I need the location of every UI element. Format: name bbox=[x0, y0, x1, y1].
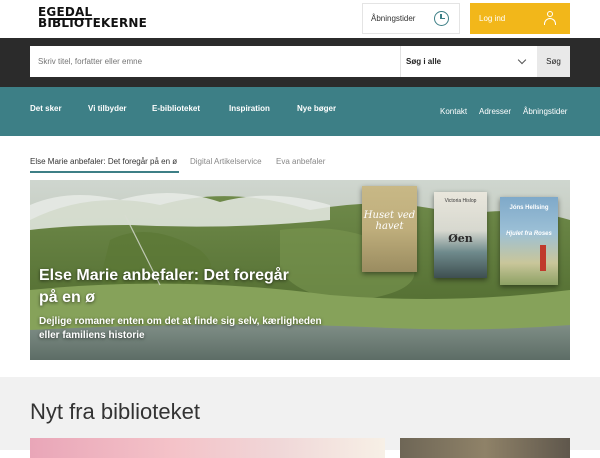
search-scope-value: Søg i alle bbox=[406, 57, 442, 66]
active-tab-indicator bbox=[30, 171, 179, 173]
nav-item-e-biblioteket[interactable]: E-biblioteket bbox=[152, 104, 200, 113]
user-icon bbox=[543, 11, 557, 25]
news-card-image[interactable] bbox=[30, 438, 385, 458]
hero-title: Else Marie anbefaler: Det foregår på en … bbox=[39, 267, 289, 306]
news-section: Nyt fra biblioteket bbox=[0, 377, 600, 458]
book-author: Victoria Hislop bbox=[444, 198, 477, 204]
nav-item-nye-boger[interactable]: Nye bøger bbox=[297, 104, 336, 113]
search-scope-select[interactable]: Søg i alle bbox=[400, 46, 537, 77]
tab-eva-anbefaler[interactable]: Eva anbefaler bbox=[276, 157, 325, 166]
book-cover-hjulet[interactable]: Jóns Hellsing Hjulet fra Roses bbox=[500, 197, 558, 285]
chevron-down-icon bbox=[517, 55, 527, 65]
egedal-logo[interactable]: EGEDAL BIBLIOTEKERNE bbox=[38, 6, 147, 29]
book-title: Hjulet fra Roses bbox=[506, 231, 552, 237]
nav-item-inspiration[interactable]: Inspiration bbox=[229, 104, 270, 113]
search-bar: Søg i alle Søg bbox=[0, 38, 600, 87]
carousel-tabs: Else Marie anbefaler: Det foregår på en … bbox=[0, 152, 600, 176]
book-title: Øen bbox=[448, 232, 473, 245]
search-button[interactable]: Søg bbox=[537, 46, 570, 77]
tab-digital-artikelservice[interactable]: Digital Artikelservice bbox=[190, 157, 262, 166]
site-header: EGEDAL BIBLIOTEKERNE Åbningstider Log in… bbox=[0, 0, 600, 38]
book-cover-huset-ved-havet[interactable]: Huset ved havet bbox=[362, 186, 417, 272]
phone-booth-illustration bbox=[540, 245, 546, 271]
news-card-image[interactable] bbox=[400, 438, 570, 458]
book-cover-oen[interactable]: Victoria Hislop Øen bbox=[434, 192, 487, 278]
opening-hours-label: Åbningstider bbox=[371, 14, 416, 23]
book-title: Huset ved havet bbox=[363, 210, 416, 232]
nav-link-abningstider[interactable]: Åbningstider bbox=[523, 107, 567, 116]
main-nav: Det sker Vi tilbyder E-biblioteket Inspi… bbox=[0, 87, 600, 136]
search-input[interactable] bbox=[30, 46, 400, 77]
clock-icon bbox=[434, 11, 449, 26]
nav-link-kontakt[interactable]: Kontakt bbox=[440, 107, 467, 116]
nav-item-vi-tilbyder[interactable]: Vi tilbyder bbox=[88, 104, 127, 113]
hero-subtitle: Dejlige romaner enten om det at finde si… bbox=[39, 316, 322, 341]
opening-hours-button[interactable]: Åbningstider bbox=[362, 3, 460, 34]
hero-banner[interactable]: Else Marie anbefaler: Det foregår på en … bbox=[30, 180, 570, 360]
nav-link-adresser[interactable]: Adresser bbox=[479, 107, 511, 116]
logo-underline bbox=[50, 18, 84, 20]
section-title: Nyt fra biblioteket bbox=[30, 399, 200, 424]
login-label: Log ind bbox=[479, 14, 506, 23]
book-author: Jóns Hellsing bbox=[509, 205, 549, 211]
tab-else-marie[interactable]: Else Marie anbefaler: Det foregår på en … bbox=[30, 157, 177, 166]
login-button[interactable]: Log ind bbox=[470, 3, 570, 34]
nav-item-det-sker[interactable]: Det sker bbox=[30, 104, 62, 113]
